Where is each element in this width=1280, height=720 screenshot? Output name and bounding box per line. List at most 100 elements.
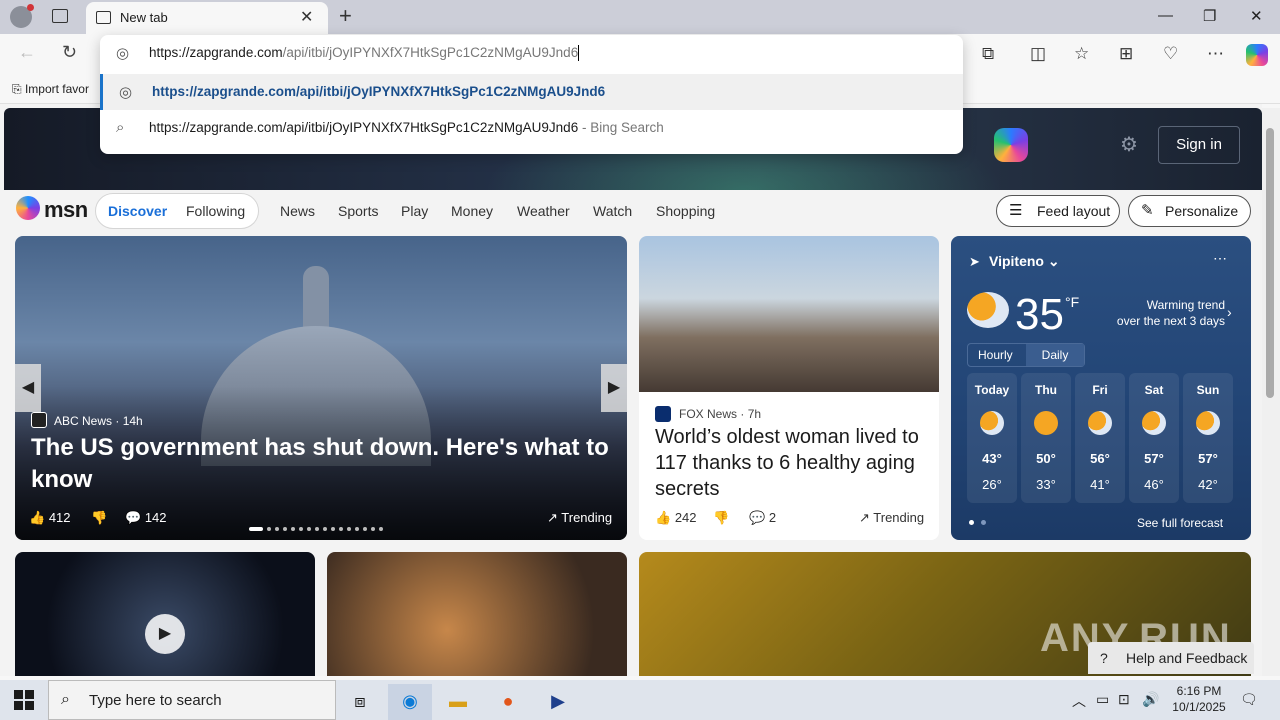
carousel-next-button[interactable]: ▶ [601,364,627,412]
weather-card[interactable]: ➤ Vipiteno ⌄ ⋯ 35 °F Warming trend over t… [951,236,1251,540]
minimize-button[interactable]: — [1158,7,1173,24]
suggestion-search-text: https://zapgrande.com/api/itbi/jOyIPYNXf… [149,120,664,135]
weather-more-icon[interactable]: ⋯ [1213,250,1227,267]
hero-story-card[interactable]: ◀ ▶ ABC News · 14h The US government has… [15,236,627,540]
edge-icon[interactable]: ◉ [388,684,432,720]
current-temperature: 35 [1015,290,1064,339]
weather-trend[interactable]: Warming trend over the next 3 days [1101,297,1225,329]
new-tab-button[interactable]: + [339,3,352,29]
nav-news[interactable]: News [280,203,315,219]
hourly-tab[interactable]: Hourly [978,348,1013,362]
story-source[interactable]: FOX News · 7h [679,407,761,421]
carousel-indicator[interactable] [249,518,409,531]
tab-actions-icon[interactable] [52,9,68,23]
page-scrollbar[interactable] [1262,108,1280,676]
powershell-icon[interactable]: ▶ [536,684,580,720]
hero-source[interactable]: ABC News · 14h [54,414,143,428]
more-menu-icon[interactable]: ⋯ [1207,44,1224,64]
story-like-button[interactable]: 👍 242 [655,510,697,526]
hero-comments-button[interactable]: 💬 142 [125,510,167,526]
nav-weather[interactable]: Weather [517,203,570,219]
sign-in-button[interactable]: Sign in [1158,126,1240,164]
network-drive-icon[interactable]: ▭ [1096,691,1109,708]
weather-location[interactable]: Vipiteno ⌄ [989,253,1060,270]
tab-following[interactable]: Following [186,203,245,219]
new-tab-favicon-icon [96,11,111,24]
title-bar: New tab ✕ + — ❐ ✕ [0,0,1280,34]
address-typed-text[interactable]: https://zapgrande.com/api/itbi/jOyIPYNXf… [149,45,580,62]
address-input[interactable]: ◎ https://zapgrande.com/api/itbi/jOyIPYN… [100,35,963,71]
notifications-icon[interactable]: 🗨 [1240,691,1258,708]
tab-new-tab[interactable]: New tab ✕ [86,2,328,34]
hero-title[interactable]: The US government has shut down. Here's … [31,432,611,496]
help-feedback-button[interactable]: ? Help and Feedback [1088,642,1254,674]
nav-sports[interactable]: Sports [338,203,378,219]
suggestion-bing-search[interactable]: ⌕ https://zapgrande.com/api/itbi/jOyIPYN… [100,110,963,146]
weather-page-dot[interactable] [981,520,986,525]
settings-gear-icon[interactable]: ⚙ [1120,132,1138,157]
taskbar-search[interactable]: ⌕ Type here to search [48,680,336,720]
split-screen-icon[interactable]: ◫ [1030,44,1046,64]
msn-logo-icon[interactable] [16,196,40,220]
firefox-icon[interactable]: ● [486,684,530,720]
forecast-day[interactable]: Today 43° 26° [967,373,1017,503]
forecast-day[interactable]: Sun 57° 42° [1183,373,1233,503]
see-full-forecast-link[interactable]: See full forecast [1137,516,1223,530]
browser-essentials-icon[interactable]: ♡ [1163,44,1178,64]
nav-money[interactable]: Money [451,203,493,219]
tab-discover[interactable]: Discover [108,203,167,219]
msn-copilot-icon[interactable] [994,128,1028,162]
hero-like-button[interactable]: 👍 412 [29,510,71,526]
refresh-icon[interactable]: ↻ [62,42,77,63]
story-comments-button[interactable]: 💬 2 [749,510,776,526]
fox-news-logo-icon [655,406,671,422]
copilot-icon[interactable] [1246,44,1268,66]
video-card[interactable]: ▶ [15,552,315,676]
trend-line-2: over the next 3 days [1116,314,1225,328]
favorites-star-icon[interactable]: ☆ [1074,44,1089,64]
collections-icon[interactable]: ⊞ [1119,44,1133,64]
feed-layout-button[interactable]: ☰ Feed layout [996,195,1120,227]
chevron-right-icon[interactable]: › [1227,304,1232,320]
personalize-icon: ✎ [1141,202,1154,219]
back-icon[interactable]: ← [18,42,36,63]
forecast-day[interactable]: Thu 50° 33° [1021,373,1071,503]
hero-dislike-button[interactable]: 👎 [91,510,107,526]
story-dislike-button[interactable]: 👎 [713,510,729,526]
tray-chevron-icon[interactable]: ︿ [1072,691,1086,711]
extensions-icon[interactable]: ⧉ [982,44,994,64]
import-favorites-link[interactable]: ⎘ Import favor [12,82,89,97]
day-label: Thu [1035,383,1057,397]
carousel-prev-button[interactable]: ◀ [15,364,41,412]
daily-tab[interactable]: Daily [1026,344,1084,366]
partly-cloudy-icon [1142,411,1166,435]
suggestion-url[interactable]: ◎ https://zapgrande.com/api/itbi/jOyIPYN… [100,74,963,110]
story-title[interactable]: World’s oldest woman lived to 117 thanks… [655,424,925,502]
forecast-day[interactable]: Fri 56° 41° [1075,373,1125,503]
scrollbar-thumb[interactable] [1266,128,1274,398]
profile-avatar[interactable] [10,4,34,28]
msn-logo-text[interactable]: msn [44,197,88,223]
network-icon[interactable]: ⊡ [1118,691,1130,708]
nav-play[interactable]: Play [401,203,428,219]
taskbar-clock[interactable]: 6:16 PM 10/1/2025 [1168,683,1230,715]
task-view-icon[interactable]: ⧈ [338,684,382,720]
nav-watch[interactable]: Watch [593,203,632,219]
windows-start-icon[interactable] [14,690,34,710]
temperature-unit[interactable]: °F [1065,294,1079,310]
play-icon[interactable]: ▶ [145,614,185,654]
close-window-button[interactable]: ✕ [1250,7,1263,25]
forecast-day[interactable]: Sat 57° 46° [1129,373,1179,503]
volume-icon[interactable]: 🔊 [1142,691,1159,708]
personalize-button[interactable]: ✎ Personalize [1128,195,1251,227]
food-card[interactable] [327,552,627,676]
day-label: Fri [1092,383,1108,397]
file-explorer-icon[interactable]: ▬ [436,684,480,720]
restore-button[interactable]: ❐ [1203,7,1216,25]
high-temp: 43° [982,451,1002,466]
tab-close-icon[interactable]: ✕ [300,7,313,27]
weather-page-dot[interactable] [969,520,974,525]
nav-shopping[interactable]: Shopping [656,203,715,219]
high-temp: 50° [1036,451,1056,466]
story-card[interactable]: FOX News · 7h World’s oldest woman lived… [639,236,939,540]
